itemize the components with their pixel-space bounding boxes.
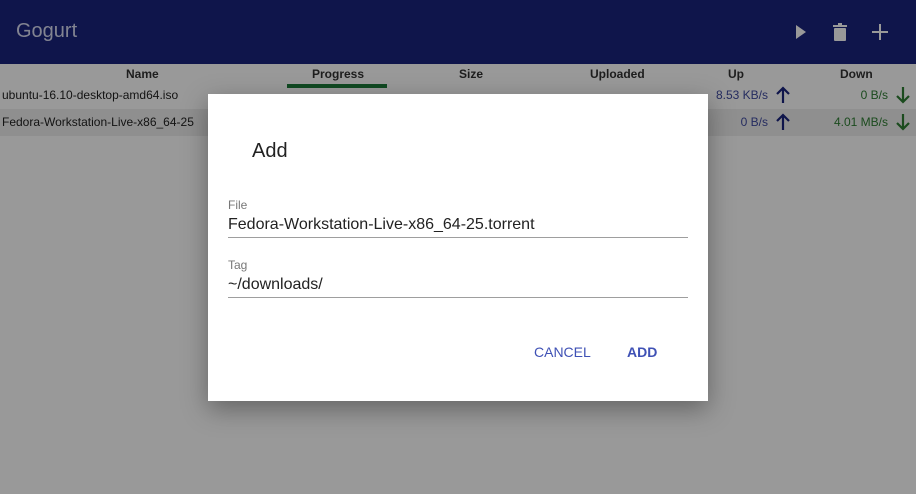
tag-field[interactable]	[228, 272, 688, 298]
dialog-title: Add	[252, 140, 288, 162]
add-dialog: Add File Tag CANCEL ADD	[208, 94, 708, 401]
file-field-label: File	[228, 198, 248, 212]
file-field[interactable]	[228, 212, 688, 238]
cancel-button[interactable]: CANCEL	[534, 344, 591, 360]
tag-field-label: Tag	[228, 258, 248, 272]
add-button[interactable]: ADD	[627, 344, 657, 360]
